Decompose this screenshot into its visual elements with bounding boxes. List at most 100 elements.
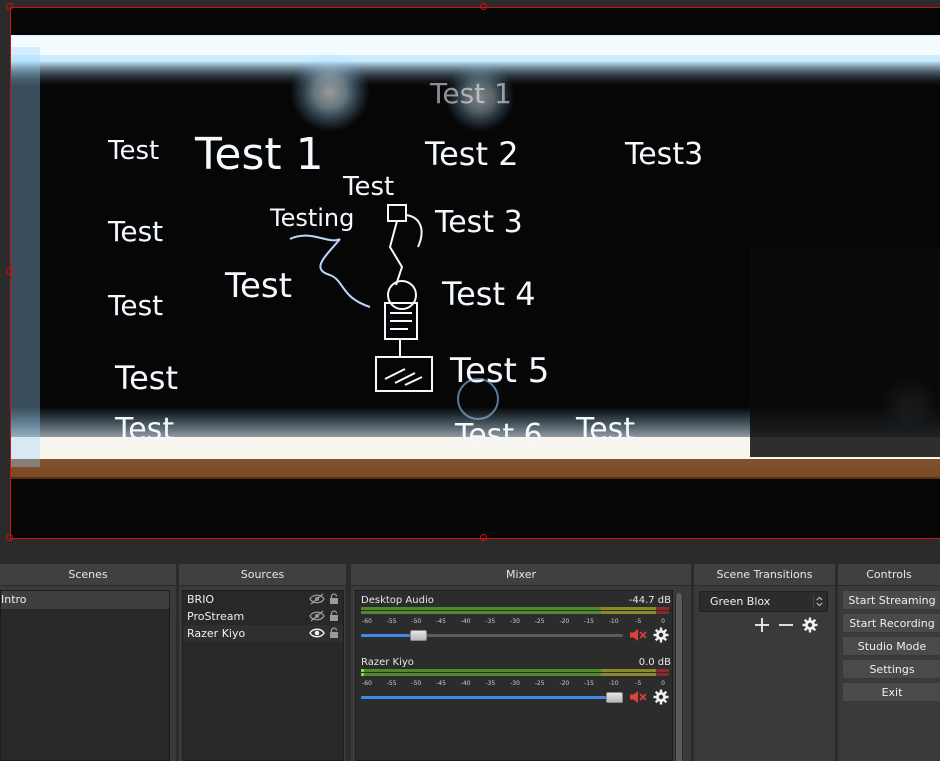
start-streaming-button[interactable]: Start Streaming: [842, 590, 940, 610]
volume-slider[interactable]: [361, 629, 623, 643]
board-text: Test 2: [424, 135, 519, 173]
preview-canvas[interactable]: Test Test 1 Test 2 Test3 Test Testing Te…: [10, 7, 940, 538]
chevron-up-down-icon[interactable]: [813, 594, 825, 609]
resize-handle-middle-left[interactable]: [6, 268, 13, 275]
board-text: Test 4: [441, 275, 536, 313]
controls-dock: Controls Start Streaming Start Recording…: [838, 564, 940, 761]
volume-slider[interactable]: [361, 691, 623, 705]
scenes-dock: Scenes Intro: [0, 564, 176, 761]
gear-icon[interactable]: [653, 627, 669, 643]
meter-tick-label: -45: [436, 618, 446, 625]
meter-tick-label: -45: [436, 680, 446, 687]
meter-tick-label: -5: [635, 618, 642, 625]
board-text: Test: [107, 289, 163, 322]
selection-border-top: [10, 7, 940, 8]
meter-tick-label: -15: [584, 618, 594, 625]
board-text: Test: [107, 136, 159, 166]
volume-meter: [361, 607, 669, 616]
board-text: Test: [114, 359, 178, 397]
meter-tick-label: -50: [411, 618, 422, 625]
meter-tick-label: -5: [635, 680, 642, 687]
board-text: Testing: [269, 204, 354, 232]
transition-selected-value: Green Blox: [710, 595, 771, 608]
channel-name: Razer Kiyo: [361, 657, 414, 668]
resize-handle-top-middle[interactable]: [480, 3, 487, 10]
mixer-dock: Mixer Desktop Audio -44.7 dB -60 -55 -50 -4…: [351, 564, 691, 761]
board-text: Test: [342, 172, 394, 202]
lock-icon[interactable]: [329, 610, 339, 622]
board-text: Test 1: [194, 129, 324, 180]
source-item-brio[interactable]: BRIO: [183, 591, 343, 608]
resize-handle-bottom-left[interactable]: [6, 534, 13, 541]
meter-tick-label: -35: [485, 618, 496, 625]
channel-name: Desktop Audio: [361, 595, 434, 606]
meter-tick-label: -20: [559, 618, 570, 625]
scene-transitions-dock: Scene Transitions Green Blox: [694, 564, 835, 761]
remove-icon[interactable]: [778, 617, 794, 633]
dock-splitter[interactable]: [0, 548, 940, 564]
board-text: Test 1: [429, 77, 512, 110]
meter-tick-label: -30: [510, 680, 520, 687]
studio-mode-button[interactable]: Studio Mode: [842, 636, 940, 656]
start-recording-button[interactable]: Start Recording: [842, 613, 940, 633]
resize-handle-bottom-middle[interactable]: [480, 534, 487, 541]
mixer-channel-desktop-audio: Desktop Audio -44.7 dB -60 -55 -50 -45 -40 -3…: [361, 595, 671, 655]
mixer-scrollbar-thumb[interactable]: [676, 593, 682, 761]
volume-slider-handle[interactable]: [410, 630, 427, 641]
board-text: Test 3: [434, 205, 523, 240]
board-text: Test 6: [454, 418, 543, 453]
meter-tick-label: -10: [608, 680, 619, 687]
mute-speaker-icon[interactable]: [629, 690, 647, 704]
lightboard-scene: Test Test 1 Test 2 Test3 Test Testing Te…: [10, 7, 940, 538]
resize-handle-top-left[interactable]: [6, 3, 13, 10]
channel-db-readout: -44.7 dB: [628, 595, 671, 606]
meter-tick-label: -50: [411, 680, 422, 687]
meter-tick-label: -35: [485, 680, 496, 687]
source-item-prostream[interactable]: ProStream: [183, 608, 343, 625]
scene-transitions-title: Scene Transitions: [694, 564, 835, 586]
channel-db-readout: 0.0 dB: [638, 657, 671, 668]
eye-icon[interactable]: [309, 627, 325, 639]
mixer-scrollbar[interactable]: [675, 593, 683, 761]
meter-tick-label: -10: [608, 618, 619, 625]
sources-dock: Sources BRIO ProStream Razer Kiyo: [179, 564, 346, 761]
add-icon[interactable]: [754, 617, 770, 633]
controls-title: Controls: [838, 564, 940, 586]
gear-icon[interactable]: [802, 617, 818, 633]
volume-slider-handle[interactable]: [606, 692, 623, 703]
meter-tick-label: -40: [460, 618, 471, 625]
meter-tick-label: -60: [362, 680, 372, 687]
sources-list[interactable]: BRIO ProStream Razer Kiyo: [182, 590, 344, 761]
source-item-razer-kiyo[interactable]: Razer Kiyo: [183, 625, 343, 642]
exit-button[interactable]: Exit: [842, 682, 940, 702]
meter-tick-label: 0: [661, 618, 665, 625]
meter-tick-label: -20: [559, 680, 570, 687]
meter-tick-label: 0: [661, 680, 665, 687]
mixer-panel: Desktop Audio -44.7 dB -60 -55 -50 -45 -40 -3…: [355, 590, 673, 761]
meter-tick-label: -30: [510, 618, 520, 625]
volume-meter: [361, 669, 669, 678]
meter-tick-label: -25: [534, 680, 545, 687]
eye-hidden-icon[interactable]: [309, 610, 325, 622]
scene-item-intro[interactable]: Intro: [1, 591, 169, 609]
transition-select[interactable]: Green Blox: [699, 591, 828, 612]
eye-hidden-icon[interactable]: [309, 593, 325, 605]
board-text: Test: [107, 215, 163, 248]
scenes-list[interactable]: Intro: [0, 590, 170, 761]
board-text: Test3: [624, 137, 703, 172]
meter-tick-label: -55: [386, 680, 397, 687]
board-text: Test: [575, 412, 635, 447]
scenes-title: Scenes: [0, 564, 176, 586]
lock-icon[interactable]: [329, 627, 339, 639]
gear-icon[interactable]: [653, 689, 669, 705]
settings-button[interactable]: Settings: [842, 659, 940, 679]
mute-speaker-icon[interactable]: [629, 628, 647, 642]
lock-icon[interactable]: [329, 593, 339, 605]
meter-scale: -60 -55 -50 -45 -40 -35 -30 -25 -20 -15 -10 -5 0: [361, 678, 669, 688]
source-name: BRIO: [187, 593, 215, 606]
sources-title: Sources: [179, 564, 346, 586]
board-text: Test: [224, 266, 292, 306]
meter-tick-label: -25: [534, 618, 545, 625]
source-name: Razer Kiyo: [187, 627, 246, 640]
source-name: ProStream: [187, 610, 245, 623]
